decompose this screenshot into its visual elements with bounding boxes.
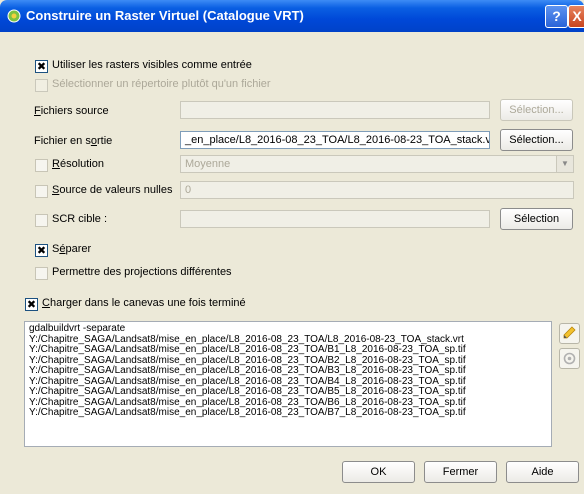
separate-checkbox[interactable]: ✖	[35, 244, 48, 257]
command-line: Y:/Chapitre_SAGA/Landsat8/mise_en_place/…	[29, 365, 466, 376]
separate-label: Séparer	[52, 243, 92, 255]
target-srs-checkbox[interactable]	[35, 214, 48, 227]
help-button[interactable]: Aide	[506, 461, 579, 483]
close-button[interactable]: Fermer	[424, 461, 497, 483]
load-canvas-label: Charger dans le canevas une fois terminé	[42, 297, 246, 309]
nodata-input[interactable]: 0	[180, 181, 574, 199]
nodata-checkbox[interactable]	[35, 185, 48, 198]
output-file-input[interactable]: _en_place/L8_2016-08_23_TOA/L8_2016-08-2…	[180, 131, 490, 149]
command-line: gdalbuildvrt -separate	[29, 323, 126, 334]
pencil-icon	[563, 326, 576, 339]
output-file-label: Fichier en sortie	[34, 135, 113, 147]
source-files-label: Fichiers source	[34, 105, 109, 117]
resolution-value: Moyenne	[185, 158, 231, 170]
qgis-icon	[7, 9, 21, 23]
output-select-button[interactable]: Sélection...	[500, 129, 573, 151]
command-line: Y:/Chapitre_SAGA/Landsat8/mise_en_place/…	[29, 344, 466, 355]
command-text-area[interactable]: gdalbuildvrt -separate Y:/Chapitre_SAGA/…	[24, 321, 552, 447]
resolution-checkbox[interactable]	[35, 159, 48, 172]
select-dir-label: Sélectionner un répertoire plutôt qu'un …	[52, 78, 271, 90]
srs-select-button[interactable]: Sélection	[500, 208, 573, 230]
select-dir-checkbox[interactable]	[35, 79, 48, 92]
target-srs-input[interactable]	[180, 210, 490, 228]
command-line: Y:/Chapitre_SAGA/Landsat8/mise_en_place/…	[29, 407, 466, 418]
title-close-button[interactable]: X	[568, 5, 584, 28]
use-visible-label: Utiliser les rasters visibles comme entr…	[52, 59, 252, 71]
load-canvas-checkbox[interactable]: ✖	[25, 298, 38, 311]
title-bar[interactable]: Construire un Raster Virtuel (Catalogue …	[0, 0, 584, 32]
chevron-down-icon: ▼	[556, 156, 573, 172]
resolution-select[interactable]: Moyenne ▼	[180, 155, 574, 173]
use-visible-checkbox[interactable]: ✖	[35, 60, 48, 73]
allow-proj-checkbox[interactable]	[35, 267, 48, 280]
title-help-button[interactable]: ?	[545, 5, 568, 28]
command-line: Y:/Chapitre_SAGA/Landsat8/mise_en_place/…	[29, 386, 466, 397]
ok-button[interactable]: OK	[342, 461, 415, 483]
resolution-label: Résolution	[52, 158, 104, 170]
nodata-label: Source de valeurs nulles	[52, 184, 173, 196]
source-select-button[interactable]: Sélection...	[500, 99, 573, 121]
target-srs-label: SCR cible :	[52, 213, 108, 225]
window-title: Construire un Raster Virtuel (Catalogue …	[26, 8, 304, 23]
edit-command-button[interactable]	[559, 323, 580, 344]
reset-icon	[563, 352, 576, 365]
source-files-input[interactable]	[180, 101, 490, 119]
reset-command-button[interactable]	[559, 348, 580, 369]
dialog-window: Construire un Raster Virtuel (Catalogue …	[0, 0, 584, 494]
allow-proj-label: Permettre des projections différentes	[52, 266, 232, 278]
